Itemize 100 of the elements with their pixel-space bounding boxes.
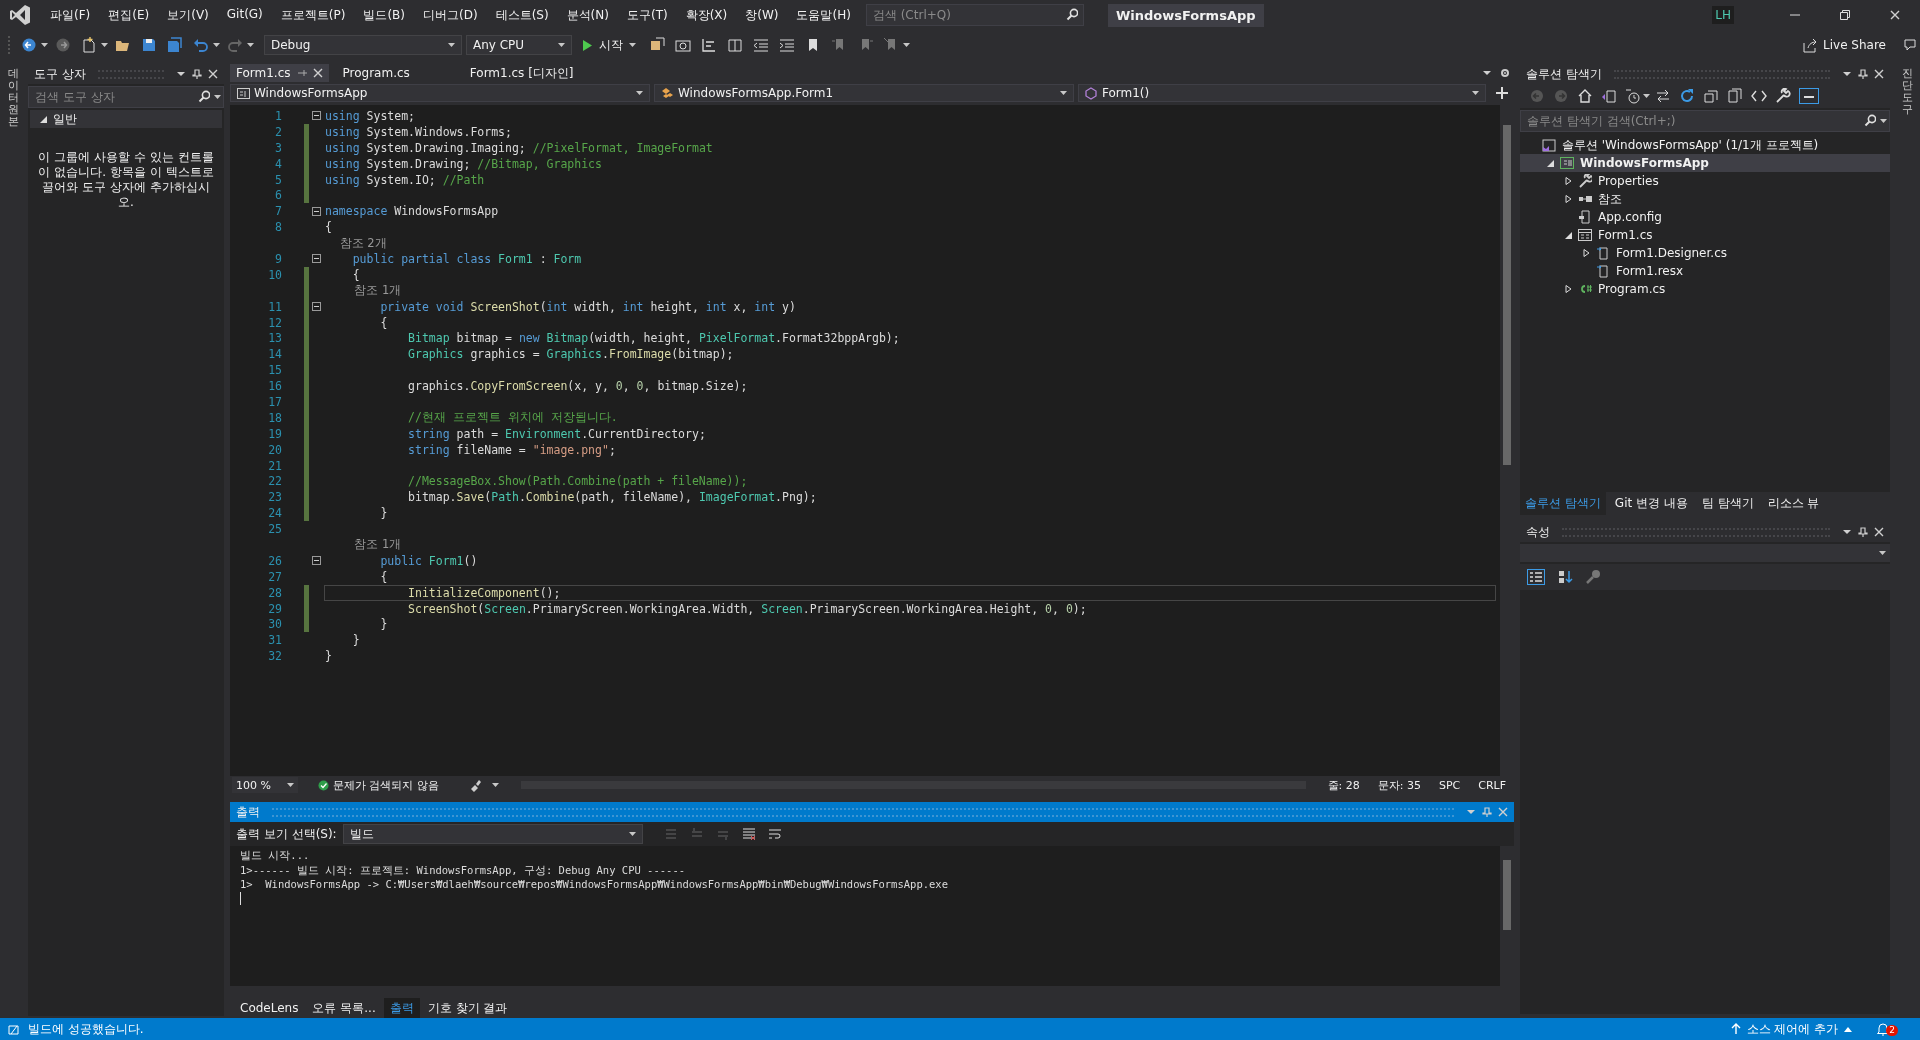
menu-item[interactable]: 확장(X) bbox=[676, 6, 737, 24]
redo-icon[interactable] bbox=[227, 37, 243, 53]
menu-item[interactable]: 창(W) bbox=[736, 6, 788, 24]
close-icon[interactable] bbox=[1874, 69, 1884, 79]
split-icon[interactable] bbox=[1496, 87, 1508, 99]
search-field[interactable]: 솔루션 탐색기 검색(Ctrl+;) bbox=[1520, 110, 1890, 132]
key-icon[interactable] bbox=[1585, 569, 1601, 585]
outdent-icon[interactable] bbox=[753, 37, 769, 53]
restore-icon[interactable] bbox=[1840, 10, 1850, 20]
sort-icon[interactable] bbox=[1557, 569, 1573, 585]
codelens-link[interactable]: 참조 2개 bbox=[325, 235, 387, 251]
tree-item[interactable]: Form1.resx bbox=[1520, 262, 1890, 280]
configuration-dropdown[interactable]: Debug bbox=[264, 35, 462, 55]
close-icon[interactable] bbox=[1874, 527, 1884, 537]
panel-tab[interactable]: Git 변경 내용 bbox=[1609, 491, 1693, 515]
menu-item[interactable]: 디버그(D) bbox=[414, 6, 487, 24]
collapsed-icon[interactable] bbox=[1564, 177, 1572, 185]
account-initials[interactable]: LH bbox=[1712, 6, 1734, 24]
collapse-icon[interactable] bbox=[311, 206, 321, 216]
close-icon[interactable] bbox=[1890, 10, 1900, 20]
tree-item[interactable]: 참조 bbox=[1520, 190, 1890, 208]
group-header[interactable]: 일반 bbox=[30, 110, 222, 128]
panel-tab[interactable]: 기호 찾기 결과 bbox=[421, 997, 514, 1019]
indent-mode[interactable]: SPC bbox=[1438, 778, 1461, 792]
side-tab[interactable]: 진단 도구 bbox=[1901, 68, 1913, 117]
clear-all-icon[interactable] bbox=[741, 827, 756, 841]
refresh-icon[interactable] bbox=[1679, 88, 1695, 104]
layout-icon[interactable] bbox=[727, 37, 743, 53]
live-share-button[interactable]: Live Share bbox=[1793, 37, 1896, 53]
back-icon[interactable] bbox=[21, 37, 37, 53]
menu-item[interactable]: Git(G) bbox=[217, 6, 272, 24]
new-project-icon[interactable] bbox=[81, 37, 97, 53]
collapse-all-icon[interactable] bbox=[1703, 88, 1719, 104]
side-tab[interactable]: 데이터 원본 bbox=[7, 68, 19, 129]
output-source-dropdown[interactable]: 빌드 bbox=[342, 824, 643, 844]
close-icon[interactable] bbox=[208, 69, 218, 79]
switch-views-icon[interactable] bbox=[1601, 88, 1617, 104]
word-wrap-icon[interactable] bbox=[767, 828, 782, 840]
search-icon[interactable] bbox=[1864, 114, 1876, 127]
collapsed-icon[interactable] bbox=[1582, 249, 1590, 257]
menu-item[interactable]: 도구(T) bbox=[617, 6, 677, 24]
search-icon[interactable] bbox=[198, 90, 210, 103]
sync-icon[interactable] bbox=[1655, 88, 1671, 104]
menu-item[interactable]: 테스트(S) bbox=[486, 6, 558, 24]
undo-icon[interactable] bbox=[193, 37, 209, 53]
dropdown-icon[interactable] bbox=[176, 69, 186, 79]
notifications-button[interactable]: 2 bbox=[1876, 1022, 1898, 1036]
wrench-icon[interactable] bbox=[1775, 88, 1791, 104]
pending-changes-icon[interactable] bbox=[1625, 88, 1641, 104]
document-tab[interactable]: Form1.cs bbox=[230, 64, 329, 82]
tree-item[interactable]: 솔루션 'WindowsFormsApp' (1/1개 프로젝트) bbox=[1520, 136, 1890, 154]
document-tab[interactable]: Form1.cs [디자인] bbox=[463, 64, 580, 82]
search-icon[interactable] bbox=[1065, 8, 1078, 21]
collapse-icon[interactable] bbox=[311, 302, 321, 312]
browser-link-icon[interactable] bbox=[649, 37, 665, 53]
tree-item[interactable]: Form1.Designer.cs bbox=[1520, 244, 1890, 262]
panel-tab[interactable]: 솔루션 탐색기 bbox=[1520, 491, 1606, 515]
close-icon[interactable] bbox=[312, 68, 323, 78]
tree-item[interactable]: Program.cs bbox=[1520, 280, 1890, 298]
search-field[interactable]: 검색 도구 상자 bbox=[28, 86, 224, 108]
search-field[interactable]: 검색 (Ctrl+Q) bbox=[865, 4, 1084, 26]
tree-item[interactable]: Properties bbox=[1520, 172, 1890, 190]
pin-icon[interactable] bbox=[1858, 68, 1868, 80]
panel-tab[interactable]: 출력 bbox=[383, 997, 420, 1019]
navigation-dropdown[interactable]: Form1() bbox=[1078, 84, 1486, 102]
source-control-button[interactable]: 소스 제어에 추가 bbox=[1730, 1020, 1853, 1038]
menu-item[interactable]: 보기(V) bbox=[158, 6, 218, 24]
pin-icon[interactable] bbox=[192, 68, 202, 80]
collapsed-icon[interactable] bbox=[1564, 285, 1572, 293]
document-tab[interactable]: Program.cs bbox=[336, 64, 416, 82]
save-icon[interactable] bbox=[141, 37, 157, 53]
pin-icon[interactable] bbox=[1858, 526, 1868, 538]
dropdown-icon[interactable] bbox=[1842, 69, 1852, 79]
menu-item[interactable]: 파일(F) bbox=[41, 6, 100, 24]
codelens-link[interactable]: 참조 1개 bbox=[325, 537, 402, 553]
tree-item[interactable]: Form1.cs bbox=[1520, 226, 1890, 244]
platform-dropdown[interactable]: Any CPU bbox=[466, 35, 572, 55]
preview-icon[interactable] bbox=[1799, 88, 1819, 104]
line-ending[interactable]: CRLF bbox=[1478, 778, 1506, 792]
forward-icon[interactable] bbox=[55, 37, 71, 53]
settings-icon[interactable] bbox=[1500, 68, 1510, 78]
show-all-files-icon[interactable] bbox=[1727, 88, 1743, 104]
menu-item[interactable]: 빌드(B) bbox=[354, 6, 414, 24]
panel-tab[interactable]: 리소스 뷰 bbox=[1762, 491, 1825, 515]
collapsed-icon[interactable] bbox=[1564, 195, 1572, 203]
dropdown-icon[interactable] bbox=[1842, 527, 1852, 537]
tree-item[interactable]: App.config bbox=[1520, 208, 1890, 226]
save-all-icon[interactable] bbox=[167, 37, 183, 53]
camera-icon[interactable] bbox=[675, 37, 691, 53]
panel-tab[interactable]: 오류 목록... bbox=[306, 997, 382, 1019]
menu-item[interactable]: 편집(E) bbox=[99, 6, 159, 24]
dropdown-icon[interactable] bbox=[1482, 68, 1492, 78]
align-icon[interactable] bbox=[701, 37, 717, 53]
menu-item[interactable]: 분석(N) bbox=[557, 6, 618, 24]
start-button[interactable]: 시작 bbox=[576, 35, 642, 55]
indent-icon[interactable] bbox=[779, 37, 795, 53]
tree-item[interactable]: WindowsFormsApp bbox=[1520, 154, 1890, 172]
collapse-icon[interactable] bbox=[311, 556, 321, 566]
navigation-dropdown[interactable]: WindowsFormsApp.Form1 bbox=[654, 84, 1074, 102]
zoom-dropdown[interactable]: 100 % bbox=[232, 777, 298, 793]
